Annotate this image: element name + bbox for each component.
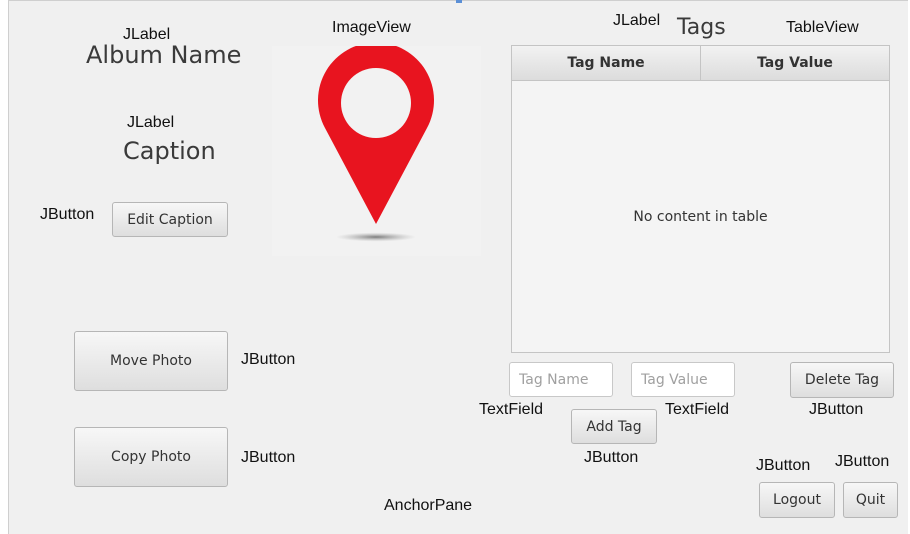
edit-caption-type-annotation: JButton bbox=[40, 206, 95, 223]
tags-type-annotation: JLabel bbox=[613, 12, 661, 29]
column-header-tag-name[interactable]: Tag Name bbox=[512, 46, 700, 80]
map-pin-icon bbox=[318, 42, 434, 242]
tag-value-field[interactable] bbox=[631, 362, 735, 397]
caption-label: Caption bbox=[123, 137, 216, 165]
table-header: Tag Name Tag Value bbox=[512, 46, 889, 81]
delete-tag-type-annotation: JButton bbox=[809, 401, 864, 418]
column-header-tag-value[interactable]: Tag Value bbox=[700, 46, 889, 80]
copy-photo-button[interactable]: Copy Photo bbox=[74, 427, 228, 487]
move-photo-type-annotation: JButton bbox=[241, 351, 296, 368]
anchor-marker bbox=[456, 0, 462, 3]
logout-button[interactable]: Logout bbox=[759, 482, 835, 518]
image-view bbox=[272, 42, 481, 256]
move-photo-button[interactable]: Move Photo bbox=[74, 331, 228, 391]
table-body: No content in table bbox=[512, 81, 889, 352]
table-view-type-annotation: TableView bbox=[786, 19, 859, 36]
logout-type-annotation: JButton bbox=[756, 457, 811, 474]
image-view-type-annotation: ImageView bbox=[332, 19, 411, 36]
tags-label: Tags bbox=[677, 15, 726, 40]
add-tag-type-annotation: JButton bbox=[584, 449, 639, 466]
anchor-pane-type-annotation: AnchorPane bbox=[384, 497, 473, 514]
quit-type-annotation: JButton bbox=[835, 453, 890, 470]
tags-table[interactable]: Tag Name Tag Value No content in table bbox=[511, 45, 890, 353]
quit-button[interactable]: Quit bbox=[843, 482, 898, 518]
tag-value-field-type-annotation: TextField bbox=[665, 401, 730, 418]
edit-caption-button[interactable]: Edit Caption bbox=[112, 202, 228, 237]
tag-name-field[interactable] bbox=[509, 362, 613, 397]
empty-table-message: No content in table bbox=[633, 209, 768, 225]
delete-tag-button[interactable]: Delete Tag bbox=[790, 362, 894, 398]
caption-type-annotation: JLabel bbox=[127, 114, 175, 131]
add-tag-button[interactable]: Add Tag bbox=[571, 409, 657, 444]
copy-photo-type-annotation: JButton bbox=[241, 449, 296, 466]
album-name-label: Album Name bbox=[86, 41, 242, 69]
tag-name-field-type-annotation: TextField bbox=[479, 401, 544, 418]
